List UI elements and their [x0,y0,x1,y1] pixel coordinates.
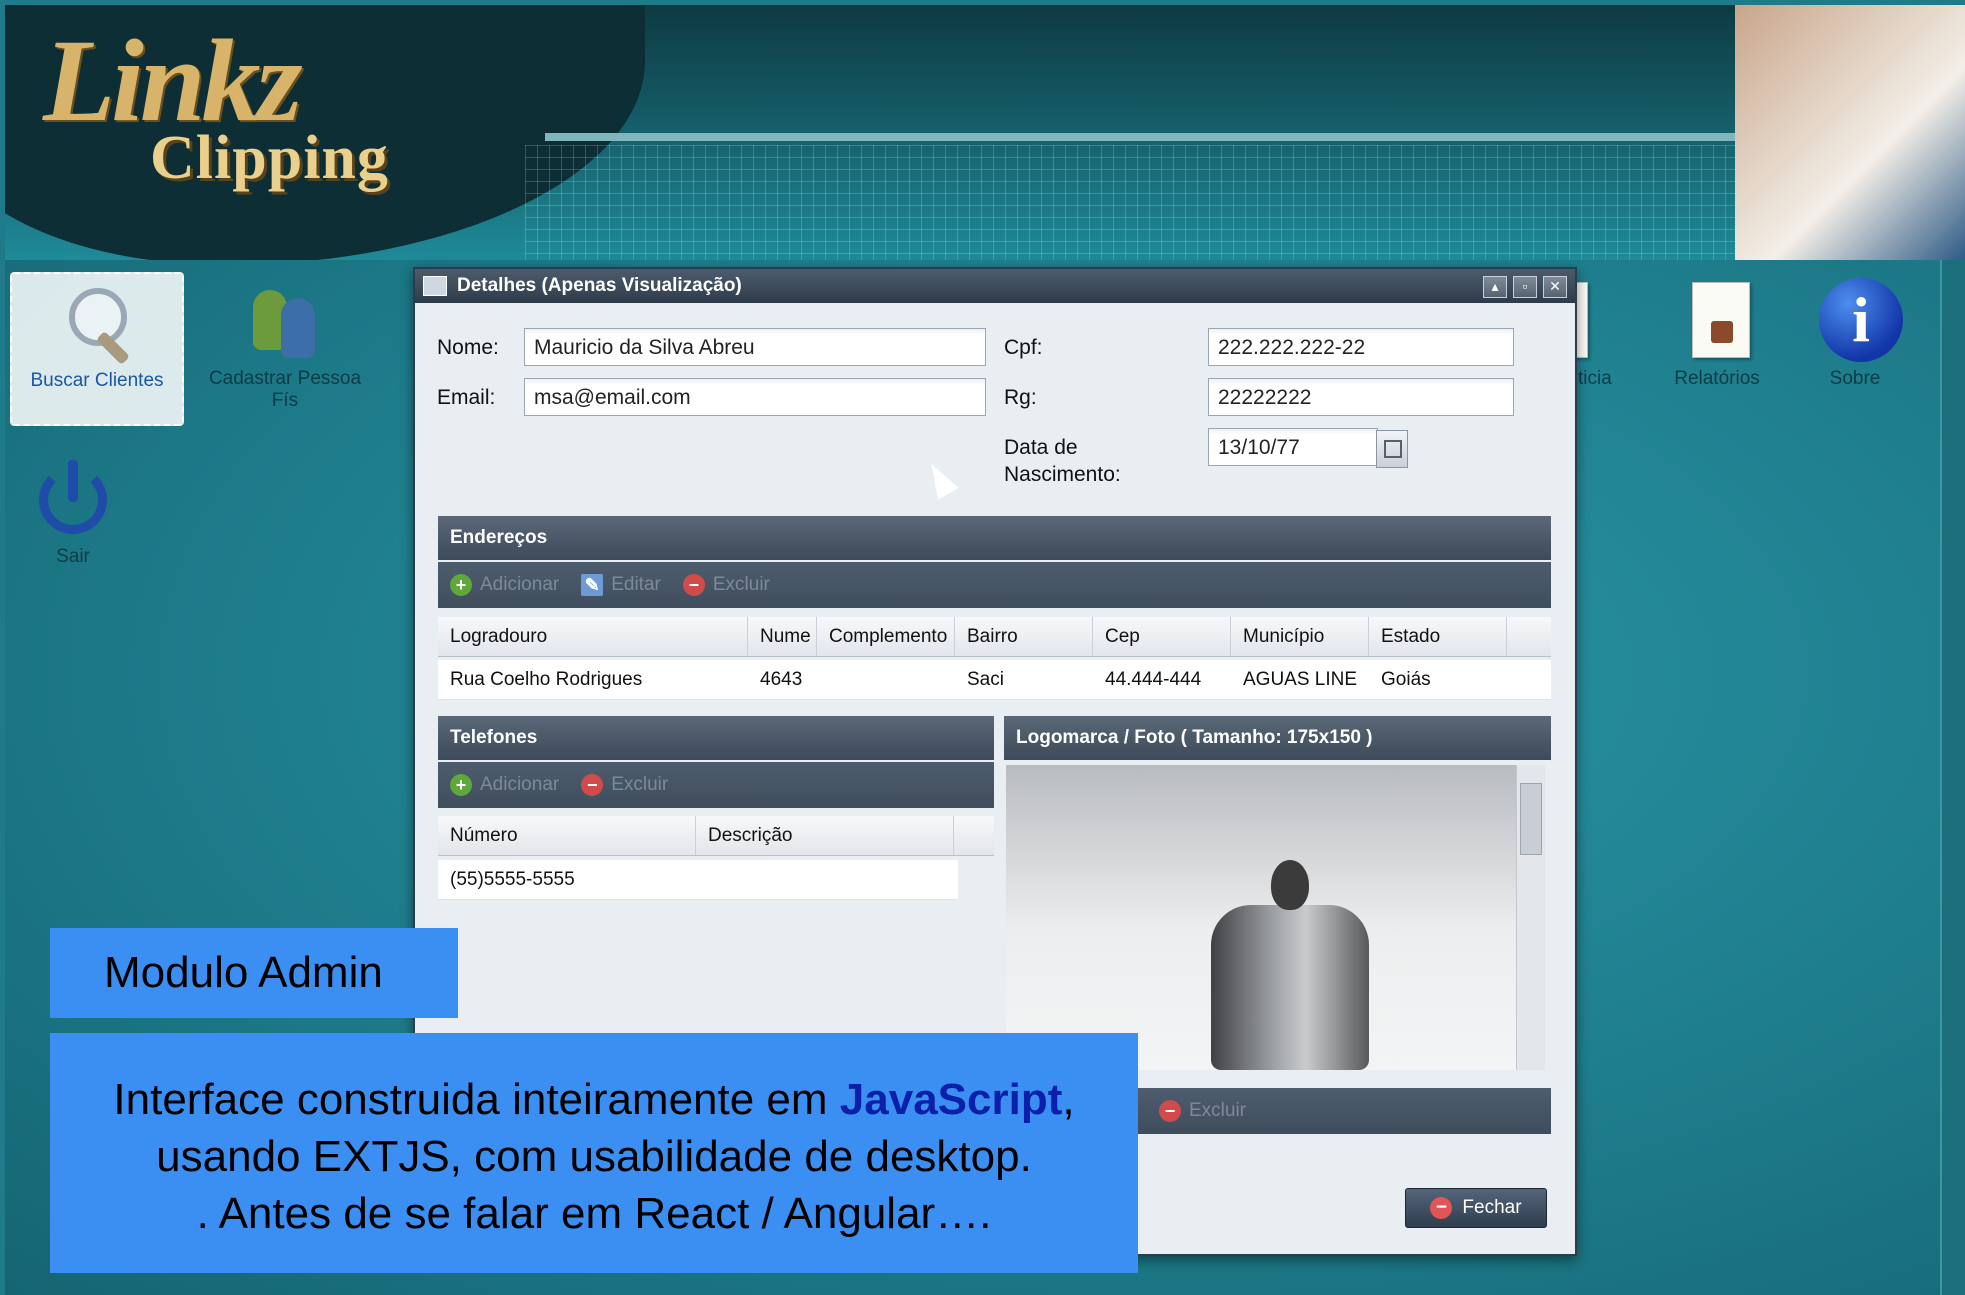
edit-icon: ✎ [581,574,604,596]
photo-person-head [1271,860,1309,910]
cell-complemento [817,660,955,699]
desktop-icon-label: Cadastrar Pessoa Fís [208,368,362,411]
cell-estado: Goiás [1381,669,1431,690]
calendar-icon[interactable] [1376,430,1408,468]
magnifier-icon [57,284,137,365]
cell-numero: (55)5555-5555 [450,869,575,890]
column-header[interactable]: Descrição [696,816,954,855]
column-header[interactable]: Estado [1369,617,1507,656]
cell-bairro: Saci [967,669,1004,690]
plus-icon: + [450,574,472,596]
description-line-2: usando EXTJS, com usabilidade de desktop… [156,1132,1032,1181]
email-field[interactable]: msa@email.com [524,378,986,416]
nascimento-field[interactable]: 13/10/77 [1208,428,1378,466]
desktop-icon-label: Sair [56,546,90,567]
minus-icon: − [1159,1100,1181,1122]
rg-label: Rg: [1004,386,1037,409]
cpf-label: Cpf: [1004,336,1043,359]
minus-icon: − [1430,1197,1453,1219]
nome-field[interactable]: Mauricio da Silva Abreu [524,328,986,366]
description-callout: Interface construida inteiramente em Jav… [50,1033,1138,1273]
banner-newspaper-image [1735,5,1965,260]
column-header[interactable]: Bairro [955,617,1093,656]
nome-label: Nome: [437,336,499,359]
cell-municipio: AGUAS LINE [1243,669,1358,690]
telefones-delete-button[interactable]: − Excluir [581,774,668,796]
cell-numero: 4643 [760,669,803,690]
desktop-icon-sobre[interactable]: i Sobre [1770,272,1940,390]
power-icon [33,460,113,540]
enderecos-panel-header: Endereços [438,516,1551,560]
telefones-add-button[interactable]: + Adicionar [450,774,559,796]
foto-delete-button[interactable]: − Excluir [1159,1100,1246,1122]
column-header[interactable]: Complemento [817,617,955,656]
enderecos-delete-button[interactable]: − Excluir [682,574,770,596]
column-header[interactable]: Município [1231,617,1369,656]
photo-vertical-scrollbar[interactable] [1516,765,1545,1070]
banner-grid [525,145,1825,260]
nascimento-label-line2: Nascimento: [1004,463,1121,486]
module-label: Modulo Admin [50,928,458,1018]
desktop-icon-label: Buscar Clientes [30,370,164,391]
enderecos-add-button[interactable]: + Adicionar [450,574,559,596]
enderecos-toolbar: + Adicionar ✎ Editar − Excluir [438,562,1551,608]
cell-logradouro: Rua Coelho Rodrigues [450,669,643,690]
window-form-icon [423,276,447,296]
description-line-3: . Antes de se falar em React / Angular…. [196,1189,992,1238]
minimize-icon[interactable]: ▴ [1483,276,1507,298]
foto-panel-header: Logomarca / Foto ( Tamanho: 175x150 ) [1004,716,1551,760]
report-icon [1677,282,1757,362]
telefones-toolbar: + Adicionar − Excluir [438,762,994,808]
desktop-icon-sair[interactable]: Sair [0,450,158,568]
desktop-icon-label: Sobre [1829,368,1881,389]
minus-icon: − [682,574,705,596]
logo-clipping: Clipping [150,124,389,192]
column-header[interactable]: Número [438,816,696,855]
minus-icon: − [581,774,604,796]
cell-cep: 44.444-444 [1105,669,1202,690]
maximize-icon[interactable]: ▫ [1513,276,1537,298]
app-banner: Linkz Clipping [5,5,1965,260]
desktop-icon-buscar-clientes[interactable]: Buscar Clientes [10,272,184,426]
column-header[interactable]: Cep [1093,617,1231,656]
enderecos-grid-header: Logradouro Nume Complemento Bairro Cep M… [438,617,1551,657]
profile-photo [1006,765,1518,1070]
column-header[interactable]: Nume [748,617,817,656]
telefones-panel-header: Telefones [438,716,994,760]
close-icon[interactable]: ✕ [1543,276,1567,298]
window-titlebar[interactable]: Detalhes (Apenas Visualização) [415,269,1575,303]
email-label: Email: [437,386,496,409]
desktop-icon-cadastrar[interactable]: Cadastrar Pessoa Fís [200,272,370,412]
plus-icon: + [450,774,472,796]
rg-field[interactable]: 22222222 [1208,378,1514,416]
nascimento-label-line1: Data de [1004,436,1078,459]
column-header[interactable]: Logradouro [438,617,748,656]
close-button[interactable]: − Fechar [1405,1188,1547,1228]
enderecos-edit-button[interactable]: ✎ Editar [581,574,661,596]
window-controls: ▴ ▫ ✕ [1483,276,1567,298]
right-sidebar-rail[interactable] [1940,260,1965,1295]
cpf-field[interactable]: 222.222.222-22 [1208,328,1514,366]
banner-band [545,133,1825,141]
description-line-1: Interface construida inteiramente em Jav… [113,1075,1075,1124]
telefones-grid-header: Número Descrição [438,816,994,856]
window-title: Detalhes (Apenas Visualização) [457,275,742,296]
cell-descricao [696,860,954,899]
table-row[interactable]: Rua Coelho Rodrigues 4643 Saci 44.444-44… [438,660,1551,700]
info-icon: i [1815,278,1903,362]
users-icon [245,282,325,362]
photo-person-body [1211,905,1369,1070]
table-row[interactable]: (55)5555-5555 [438,860,958,900]
